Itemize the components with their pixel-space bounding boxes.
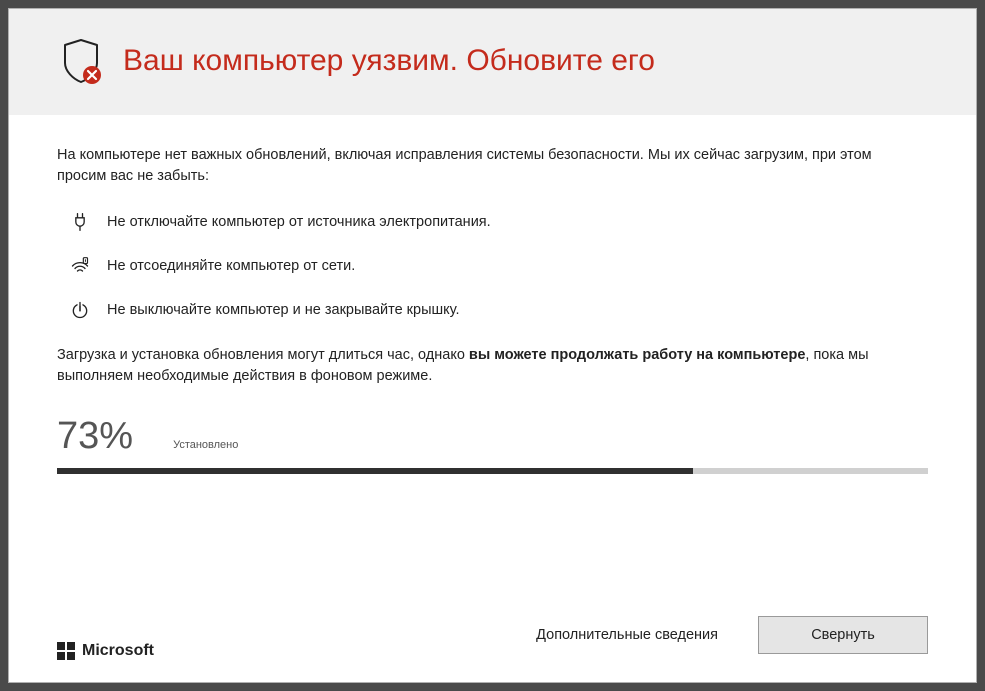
plug-icon [69,211,91,233]
dialog-header: Ваш компьютер уязвим. Обновите его [9,9,976,115]
note-text: Загрузка и установка обновления могут дл… [57,345,877,387]
progress-bar [57,468,928,474]
note-bold: вы можете продолжать работу на компьютер… [469,347,805,363]
tips-list: Не отключайте компьютер от источника эле… [69,211,928,321]
progress-fill [57,468,693,474]
minimize-button[interactable]: Свернуть [758,616,928,654]
update-dialog: Ваш компьютер уязвим. Обновите его На ко… [8,8,977,683]
microsoft-squares-icon [57,642,75,660]
tip-power-text: Не отключайте компьютер от источника эле… [107,214,491,230]
tip-network: Не отсоединяйте компьютер от сети. [69,255,928,277]
dialog-footer: Дополнительные сведения Свернуть [9,616,976,682]
microsoft-logo: Microsoft [57,642,154,660]
progress-status: Установлено [173,439,238,451]
tip-power: Не отключайте компьютер от источника эле… [69,211,928,233]
tip-shutdown: Не выключайте компьютер и не закрывайте … [69,299,928,321]
progress-percent: 73% [57,415,133,458]
tip-shutdown-text: Не выключайте компьютер и не закрывайте … [107,302,459,318]
more-info-link[interactable]: Дополнительные сведения [536,627,718,643]
wifi-icon [69,255,91,277]
power-icon [69,299,91,321]
dialog-content: На компьютере нет важных обновлений, вкл… [9,115,976,616]
shield-alert-icon [57,37,105,85]
note-prefix: Загрузка и установка обновления могут дл… [57,347,469,363]
microsoft-logo-text: Microsoft [82,642,154,660]
dialog-title: Ваш компьютер уязвим. Обновите его [123,43,655,79]
intro-text: На компьютере нет важных обновлений, вкл… [57,145,877,187]
progress-row: 73% Установлено [57,415,928,458]
tip-network-text: Не отсоединяйте компьютер от сети. [107,258,355,274]
